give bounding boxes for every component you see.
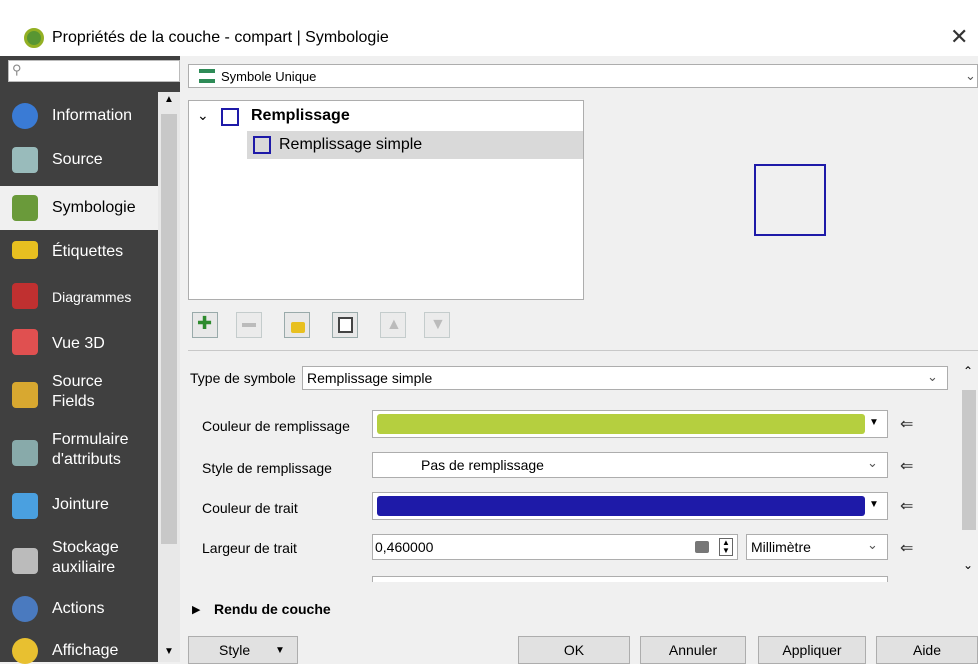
scroll-down-icon[interactable]: ⌄ bbox=[963, 558, 973, 572]
sidebar-item-symbology[interactable]: Symbologie bbox=[0, 186, 158, 230]
unit-select[interactable]: Millimètre ⌄ bbox=[746, 534, 888, 560]
symbol-layer-tree[interactable]: ⌄ Remplissage Remplissage simple bbox=[188, 100, 584, 300]
stroke-width-label: Largeur de trait bbox=[202, 540, 297, 556]
sidebar-item-source[interactable]: Source bbox=[0, 140, 158, 180]
sidebar-item-information[interactable]: Information bbox=[0, 96, 158, 136]
symbology-brush-icon bbox=[12, 195, 38, 221]
symbol-type-label: Type de symbole bbox=[190, 370, 296, 386]
sidebar-item-source-fields[interactable]: Source Fields bbox=[0, 370, 158, 420]
stroke-color-button[interactable]: ▼ bbox=[372, 492, 888, 520]
fill-style-select[interactable]: Pas de remplissage ⌄ bbox=[372, 452, 888, 478]
chevron-down-icon: ⌄ bbox=[927, 369, 938, 384]
sidebar-item-display[interactable]: Affichage bbox=[0, 632, 158, 664]
simple-fill-icon bbox=[253, 136, 271, 154]
sidebar-item-actions[interactable]: Actions bbox=[0, 592, 158, 628]
next-property-select[interactable] bbox=[372, 576, 888, 582]
data-defined-override-icon[interactable]: ⇐ bbox=[900, 414, 922, 433]
stroke-width-spinbox[interactable]: 0,460000 ▲ ▼ bbox=[372, 534, 738, 560]
tree-item-simple-fill[interactable]: Remplissage simple bbox=[247, 131, 583, 159]
sidebar-item-join[interactable]: Jointure bbox=[0, 486, 158, 526]
scroll-down-icon[interactable]: ▼ bbox=[164, 646, 174, 657]
sidebar-item-labels[interactable]: Étiquettes bbox=[0, 232, 158, 272]
actions-gear-icon bbox=[12, 596, 38, 622]
chevron-down-icon: ⌄ bbox=[867, 537, 878, 552]
3d-view-icon bbox=[12, 329, 38, 355]
remove-layer-button[interactable] bbox=[236, 312, 262, 338]
stroke-color-label: Couleur de trait bbox=[202, 500, 298, 516]
cancel-button[interactable]: Annuler bbox=[640, 636, 746, 664]
fill-color-label: Couleur de remplissage bbox=[202, 418, 350, 434]
properties-scrollbar-thumb[interactable] bbox=[962, 390, 976, 530]
minus-icon bbox=[242, 323, 256, 327]
plus-icon: ✚ bbox=[197, 313, 213, 333]
labels-abc-icon bbox=[12, 241, 38, 259]
tree-root-label[interactable]: Remplissage bbox=[251, 107, 350, 125]
lock-icon bbox=[291, 322, 305, 333]
display-bubble-icon bbox=[12, 638, 38, 664]
sidebar-scrollbar[interactable]: ▲ ▼ bbox=[158, 92, 180, 662]
expand-arrow-icon[interactable]: ▶ bbox=[192, 603, 200, 616]
scroll-up-icon[interactable]: ▲ bbox=[164, 94, 174, 105]
diagrams-icon bbox=[12, 283, 38, 309]
fill-color-swatch bbox=[377, 414, 865, 434]
arrow-down-icon: ▼ bbox=[430, 316, 446, 333]
data-defined-override-icon[interactable]: ⇐ bbox=[900, 456, 922, 475]
chevron-down-icon: ⌄ bbox=[867, 455, 878, 470]
style-menu-button[interactable]: Style ▼ bbox=[188, 636, 298, 664]
help-button[interactable]: Aide bbox=[876, 636, 978, 664]
join-icon bbox=[12, 493, 38, 519]
arrow-up-icon: ▲ bbox=[386, 316, 402, 333]
move-down-button[interactable]: ▼ bbox=[424, 312, 450, 338]
layer-rendering-section[interactable]: Rendu de couche bbox=[214, 601, 331, 617]
info-icon bbox=[12, 103, 38, 129]
chevron-down-icon: ⌄ bbox=[965, 68, 976, 83]
renderer-select[interactable]: Symbole Unique ⌄ bbox=[188, 64, 978, 88]
sidebar-item-attributes-form[interactable]: Formulaire d'attributs bbox=[0, 428, 158, 478]
apply-button[interactable]: Appliquer bbox=[758, 636, 866, 664]
fill-style-label: Style de remplissage bbox=[202, 460, 332, 476]
properties-scrollbar[interactable]: ⌃ ⌄ bbox=[958, 360, 978, 580]
title-bar: Propriétés de la couche - compart | Symb… bbox=[0, 0, 978, 56]
search-icon: ⚲ bbox=[12, 62, 22, 77]
fill-symbol-icon bbox=[221, 108, 239, 126]
fill-color-button[interactable]: ▼ bbox=[372, 410, 888, 438]
qgis-logo-icon bbox=[24, 28, 44, 48]
duplicate-icon bbox=[338, 317, 353, 333]
duplicate-layer-button[interactable] bbox=[332, 312, 358, 338]
add-layer-button[interactable]: ✚ bbox=[192, 312, 218, 338]
clear-icon[interactable] bbox=[695, 541, 709, 553]
move-up-button[interactable]: ▲ bbox=[380, 312, 406, 338]
symbol-preview bbox=[754, 164, 826, 236]
data-defined-override-icon[interactable]: ⇐ bbox=[900, 496, 922, 515]
spin-arrows-icon[interactable]: ▲ ▼ bbox=[719, 538, 733, 556]
dropdown-arrow-icon[interactable]: ▼ bbox=[869, 417, 879, 428]
search-input[interactable]: ⚲ bbox=[8, 60, 180, 82]
symbol-type-select[interactable]: Remplissage simple ⌄ bbox=[302, 366, 948, 390]
source-icon bbox=[12, 147, 38, 173]
source-fields-icon bbox=[12, 382, 38, 408]
lock-layer-button[interactable] bbox=[284, 312, 310, 338]
stroke-color-swatch bbox=[377, 496, 865, 516]
attributes-form-icon bbox=[12, 440, 38, 466]
divider bbox=[188, 350, 978, 351]
dropdown-arrow-icon[interactable]: ▼ bbox=[869, 499, 879, 510]
chevron-down-icon[interactable]: ⌄ bbox=[197, 107, 209, 124]
window-title: Propriétés de la couche - compart | Symb… bbox=[52, 29, 389, 46]
close-icon[interactable]: ✕ bbox=[950, 24, 968, 50]
sidebar-scrollbar-thumb[interactable] bbox=[161, 114, 177, 544]
scroll-up-icon[interactable]: ⌃ bbox=[963, 364, 973, 378]
dropdown-arrow-icon: ▼ bbox=[275, 645, 285, 656]
single-symbol-icon bbox=[199, 69, 215, 83]
data-defined-override-icon[interactable]: ⇐ bbox=[900, 538, 922, 557]
ok-button[interactable]: OK bbox=[518, 636, 630, 664]
sidebar-item-diagrams[interactable]: Diagrammes bbox=[0, 276, 158, 316]
auxiliary-storage-icon bbox=[12, 548, 38, 574]
sidebar-item-auxiliary-storage[interactable]: Stockage auxiliaire bbox=[0, 536, 158, 586]
sidebar-item-3d-view[interactable]: Vue 3D bbox=[0, 322, 158, 362]
